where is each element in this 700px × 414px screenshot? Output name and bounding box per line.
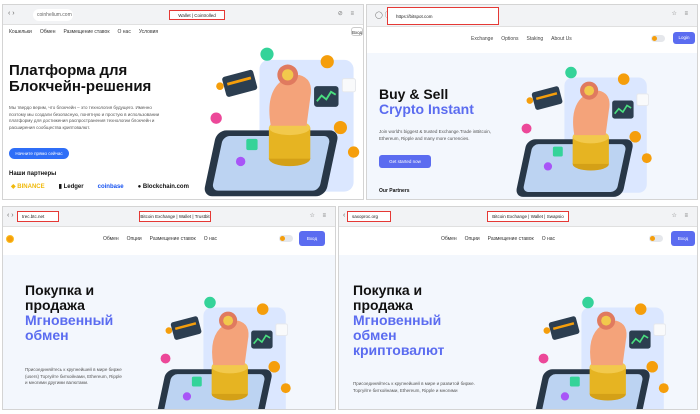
site-nav: Кошельки Обмен Размещение ставок О нас Услов…	[9, 29, 166, 35]
hand-with-coins-illustration	[153, 295, 292, 409]
site-nav: Exchange Options Staking About Us	[471, 36, 580, 42]
cta-button[interactable]: Начните прямо сейчас	[9, 148, 69, 159]
hero-title-line1: Платформа для	[9, 62, 128, 79]
nav-item[interactable]: Опции	[465, 236, 480, 242]
tab-title-highlight: Bitcoin Exchange | Wallet | Swapsio	[487, 211, 569, 222]
partner-blockchain: ● Blockchain.com	[137, 184, 189, 190]
partners-list: ◆ BINANCE ▮ Ledger coinbase ● Blockchain.co…	[11, 183, 203, 190]
site-nav: Обмен Опции Размещение ставок О нас	[103, 236, 225, 242]
nav-item[interactable]: Размещение ставок	[63, 29, 109, 35]
hero-title-line2: Блокчейн-решения	[9, 78, 152, 96]
hero-title-accent-line3: криптовалют	[353, 342, 445, 359]
login-button[interactable]: Login	[673, 32, 695, 44]
nav-item[interactable]: Обмен	[40, 29, 56, 35]
hero-title-accent-line1: Мгновенный	[25, 312, 114, 329]
partner-binance: ◆ BINANCE	[11, 184, 45, 190]
nav-item[interactable]: О нас	[542, 236, 555, 242]
nav-item[interactable]: Exchange	[471, 36, 493, 42]
hero-title-accent-line1: Мгновенный	[353, 312, 442, 329]
tab-title-highlight: Wallet | Cointrolled	[169, 10, 225, 20]
site-nav: Обмен Опции Размещение ставок О нас	[441, 236, 563, 242]
nav-item[interactable]: Размещение ставок	[488, 236, 534, 242]
coin-logo-icon[interactable]	[6, 235, 14, 243]
screenshot-panel-4: ‹ › saxoproc.org Bitcoin Exchange | Wall…	[338, 206, 698, 410]
browser-toolbar: ◯ ⓘ https://bitspot.com ☆ ≡	[367, 5, 697, 27]
hero-description: Присоединяйтесь к крупнейшей в мире и ра…	[353, 381, 475, 393]
hero-description: Join world's biggest & trusted Exchange.…	[379, 129, 492, 141]
address-bar-highlight[interactable]: trec.btc.net	[17, 211, 59, 222]
partners-title: Our Partners	[379, 188, 410, 194]
hand-with-coins-illustration	[201, 46, 361, 198]
address-bar[interactable]: coinhelium.com	[33, 9, 73, 21]
hero-description: Мы твердо верим, что блокчейн – это техн…	[9, 105, 160, 130]
login-button[interactable]: Вход	[299, 231, 325, 246]
partners-title: Наши партнеры	[9, 171, 57, 177]
nav-item[interactable]: О нас	[204, 236, 217, 242]
nav-item[interactable]: Staking	[526, 36, 543, 42]
menu-icon[interactable]: ⊘ ≡	[338, 10, 357, 17]
nav-item[interactable]: Options	[501, 36, 518, 42]
hero-title-line2: продажа	[353, 297, 413, 314]
hero-title-line1: Покупка и	[25, 282, 95, 298]
partner-ledger: ▮ Ledger	[58, 184, 84, 190]
theme-toggle[interactable]	[649, 235, 663, 242]
menu-icon[interactable]: ☆ ≡	[309, 212, 329, 219]
hero-title-line1: Buy & Sell	[379, 86, 449, 102]
screenshot-panel-2: ◯ ⓘ https://bitspot.com ☆ ≡ Exchange Opti…	[366, 4, 698, 200]
screenshot-panel-1: ‹ › coinhelium.com Wallet | Cointrolled …	[2, 4, 364, 200]
hand-with-coins-illustration	[514, 65, 653, 198]
nav-item[interactable]: Обмен	[103, 236, 119, 242]
hero-title: Покупка и продажа Мгновенный обмен крипт…	[353, 282, 445, 359]
back-icon[interactable]: ‹ ›	[8, 10, 15, 17]
nav-item[interactable]: Обмен	[441, 236, 457, 242]
hero-title-accent-line2: обмен	[25, 327, 69, 344]
menu-icon[interactable]: ☆ ≡	[671, 212, 691, 219]
login-button[interactable]: Вход	[351, 27, 363, 36]
nav-item[interactable]: Условия	[139, 29, 158, 35]
hero-title-line2: продажа	[25, 297, 85, 314]
partner-coinbase: coinbase	[97, 184, 124, 190]
screenshot-panel-3: ‹ › trec.btc.net Bitcoin Exchange | Wall…	[2, 206, 336, 410]
hero-title-line1: Покупка и	[353, 282, 423, 298]
get-started-button[interactable]: Get started now	[379, 155, 431, 168]
nav-item[interactable]: О нас	[118, 29, 131, 35]
hero-title-accent: Crypto Instant	[379, 101, 474, 118]
tab-title-highlight: Bitcoin Exchange | Wallet | Trustbit	[139, 211, 211, 222]
hero-title: Покупка и продажа Мгновенный обмен	[25, 282, 114, 344]
nav-item[interactable]: Размещение ставок	[150, 236, 196, 242]
star-icon[interactable]: ☆ ≡	[671, 10, 691, 17]
browser-toolbar: ‹ › trec.btc.net Bitcoin Exchange | Wall…	[3, 207, 335, 227]
nav-item[interactable]: Опции	[127, 236, 142, 242]
browser-toolbar: ‹ › saxoproc.org Bitcoin Exchange | Wall…	[339, 207, 697, 227]
nav-item[interactable]: About Us	[551, 36, 572, 42]
nav-item[interactable]: Кошельки	[9, 29, 32, 35]
login-button[interactable]: Вход	[671, 231, 695, 246]
hero-title: Платформа для Блокчейн-решения	[9, 62, 152, 96]
theme-toggle[interactable]	[651, 35, 665, 42]
browser-toolbar: ‹ › coinhelium.com Wallet | Cointrolled …	[3, 5, 363, 25]
hero-title: Buy & Sell Crypto Instant	[379, 86, 474, 118]
hand-with-coins-illustration	[531, 295, 670, 409]
theme-toggle[interactable]	[279, 235, 293, 242]
hero-description: Присоединяйтесь к крупнейшей в мире бирж…	[25, 367, 122, 386]
hero-title-accent-line2: обмен	[353, 327, 397, 344]
address-bar-highlight[interactable]: https://bitspot.com	[387, 7, 499, 25]
back-icon[interactable]: ‹ ›	[7, 212, 14, 219]
address-bar-highlight[interactable]: saxoproc.org	[347, 211, 391, 222]
